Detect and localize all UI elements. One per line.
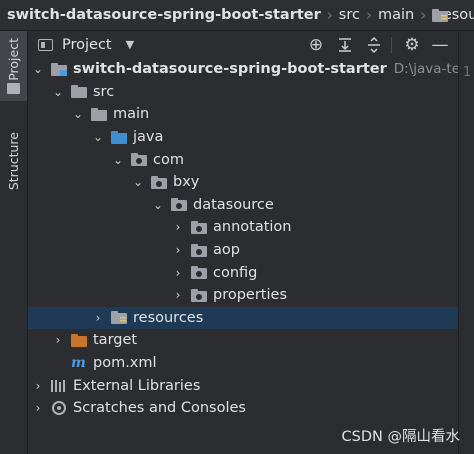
annotation-label: annotation: [213, 219, 292, 236]
folder-icon: [91, 107, 107, 121]
package-icon: [191, 288, 207, 302]
toolbar-divider: [391, 37, 392, 53]
src-label: src: [93, 83, 115, 100]
chevron-right-icon[interactable]: ›: [92, 311, 104, 325]
module-folder-icon: [51, 62, 67, 76]
maven-icon: m: [71, 355, 86, 372]
chevron-down-icon[interactable]: ⌄: [132, 175, 144, 189]
expand-all-icon[interactable]: [364, 35, 384, 55]
breadcrumb: switch-datasource-spring-boot-starter › …: [0, 0, 474, 31]
chevron-right-icon: ›: [420, 6, 427, 24]
pom-label: pom.xml: [93, 355, 157, 372]
tree-row-target[interactable]: › target: [28, 329, 458, 352]
tree-row-pom[interactable]: m pom.xml: [28, 352, 458, 375]
project-folder-icon: [7, 83, 20, 94]
chevron-right-icon[interactable]: ›: [32, 401, 44, 415]
tree-row-root[interactable]: ⌄ switch-datasource-spring-boot-starter …: [28, 58, 458, 81]
external-libraries-label: External Libraries: [73, 377, 201, 394]
project-view-icon: [38, 38, 53, 51]
chevron-right-icon[interactable]: ›: [172, 220, 184, 234]
root-module-label: switch-datasource-spring-boot-starter: [73, 61, 387, 78]
tree-row-main[interactable]: ⌄ main: [28, 103, 458, 126]
resources-label: resources: [133, 309, 204, 326]
com-label: com: [153, 151, 184, 168]
datasource-label: datasource: [193, 196, 274, 213]
scratches-label: Scratches and Consoles: [73, 400, 246, 417]
tree-row-annotation[interactable]: › annotation: [28, 216, 458, 239]
target-label: target: [93, 332, 138, 349]
project-toolbar: Project ▼ ⊕ ⚙ —: [28, 31, 458, 58]
chevron-down-icon: ▼: [125, 38, 135, 51]
tree-row-resources[interactable]: › resources: [28, 306, 458, 330]
package-icon: [171, 198, 187, 212]
library-icon: [51, 379, 67, 393]
collapse-all-icon[interactable]: [335, 35, 355, 55]
properties-label: properties: [213, 287, 287, 304]
tree-row-src[interactable]: ⌄ src: [28, 81, 458, 104]
editor-gutter: 1: [458, 31, 474, 454]
structure-tool-tab[interactable]: Structure: [0, 113, 27, 209]
chevron-down-icon[interactable]: ⌄: [72, 107, 84, 121]
chevron-right-icon[interactable]: ›: [172, 266, 184, 280]
chevron-right-icon: ›: [326, 6, 333, 24]
tree-row-config[interactable]: › config: [28, 261, 458, 284]
aop-label: aop: [213, 242, 240, 259]
chevron-down-icon[interactable]: ⌄: [152, 198, 164, 212]
tree-row-java[interactable]: ⌄ java: [28, 126, 458, 149]
tree-row-scratches[interactable]: › Scratches and Consoles: [28, 397, 458, 420]
tree-row-bxy[interactable]: ⌄ bxy: [28, 171, 458, 194]
project-tree: ⌄ switch-datasource-spring-boot-starter …: [28, 58, 458, 454]
tree-row-com[interactable]: ⌄ com: [28, 148, 458, 171]
config-label: config: [213, 264, 258, 281]
chevron-right-icon[interactable]: ›: [32, 379, 44, 393]
bxy-label: bxy: [173, 174, 200, 191]
project-tab-label: Project: [6, 37, 21, 81]
java-label: java: [133, 129, 164, 146]
breadcrumb-src[interactable]: src: [339, 7, 360, 23]
chevron-down-icon[interactable]: ⌄: [112, 153, 124, 167]
package-icon: [191, 220, 207, 234]
project-tool-tab[interactable]: Project: [0, 31, 27, 101]
package-icon: [191, 266, 207, 280]
excluded-folder-icon: [71, 333, 87, 347]
chevron-down-icon[interactable]: ⌄: [92, 130, 104, 144]
watermark: CSDN @隔山看水: [341, 429, 460, 445]
source-folder-icon: [111, 130, 127, 144]
chevron-right-icon[interactable]: ›: [172, 288, 184, 302]
structure-tab-label: Structure: [6, 131, 21, 191]
scratches-icon: [52, 401, 66, 416]
breadcrumb-main[interactable]: main: [378, 7, 414, 23]
tree-row-datasource[interactable]: ⌄ datasource: [28, 194, 458, 217]
project-view-selector[interactable]: Project ▼: [38, 37, 134, 53]
project-view-label: Project: [62, 36, 112, 53]
root-module-path: D:\java-test\switc: [393, 61, 458, 78]
tool-window-strip: Project Structure: [0, 31, 28, 454]
tree-row-external-libraries[interactable]: › External Libraries: [28, 374, 458, 397]
tree-row-properties[interactable]: › properties: [28, 284, 458, 307]
resources-folder-icon: [111, 311, 127, 325]
package-icon: [191, 243, 207, 257]
chevron-right-icon: ›: [365, 6, 372, 24]
target-icon[interactable]: ⊕: [306, 35, 326, 55]
chevron-down-icon[interactable]: ⌄: [52, 85, 64, 99]
folder-icon: [71, 85, 87, 99]
main-label: main: [113, 106, 150, 123]
package-icon: [131, 153, 147, 167]
chevron-right-icon[interactable]: ›: [172, 243, 184, 257]
breadcrumb-project[interactable]: switch-datasource-spring-boot-starter: [7, 7, 321, 23]
chevron-right-icon[interactable]: ›: [52, 333, 64, 347]
tree-row-aop[interactable]: › aop: [28, 239, 458, 262]
line-number: 1: [463, 65, 472, 80]
gear-icon[interactable]: ⚙: [402, 35, 422, 55]
package-icon: [151, 175, 167, 189]
hide-icon[interactable]: —: [430, 35, 450, 55]
chevron-down-icon[interactable]: ⌄: [32, 62, 44, 76]
